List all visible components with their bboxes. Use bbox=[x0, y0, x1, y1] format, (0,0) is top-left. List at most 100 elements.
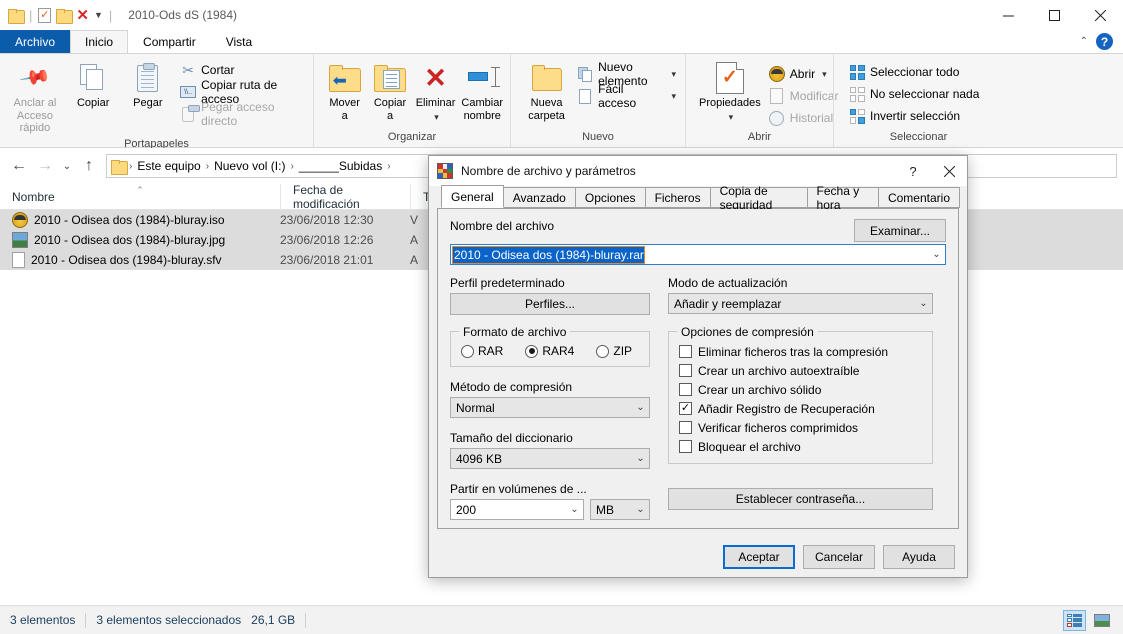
chevron-down-icon[interactable]: ⌄ bbox=[915, 298, 932, 309]
checkbox-test-archive[interactable]: Verificar ficheros comprimidos bbox=[679, 418, 922, 437]
copy-to-icon bbox=[374, 61, 407, 95]
help-button[interactable]: Ayuda bbox=[883, 545, 955, 569]
checkbox-recovery-record[interactable]: ✓ Añadir Registro de Recuperación bbox=[679, 399, 922, 418]
chevron-down-icon[interactable]: ⌄ bbox=[632, 402, 649, 413]
archive-name-value: 2010 - Odisea dos (1984)-bluray.rar bbox=[452, 245, 645, 264]
profiles-button[interactable]: Perfiles... bbox=[450, 293, 650, 315]
split-unit-value: MB bbox=[596, 502, 614, 517]
chevron-down-icon[interactable]: ⌄ bbox=[928, 249, 945, 260]
pin-to-quick-access-button[interactable]: 📌 Anclar al Acceso rápido bbox=[5, 58, 65, 138]
radio-rar4[interactable]: RAR4 bbox=[525, 344, 574, 358]
new-folder-icon[interactable] bbox=[56, 8, 74, 24]
column-header-fecha[interactable]: Fecha de modificación bbox=[280, 183, 410, 211]
new-folder-button[interactable]: Nueva carpeta bbox=[522, 58, 571, 125]
file-name-label: 2010 - Odisea dos (1984)-bluray.jpg bbox=[34, 233, 226, 247]
accept-button[interactable]: Aceptar bbox=[723, 545, 795, 569]
large-icons-view-icon[interactable] bbox=[1090, 610, 1113, 631]
breadcrumb-sep-0: › bbox=[129, 160, 133, 172]
update-mode-select[interactable]: Añadir y reemplazar ⌄ bbox=[668, 293, 933, 314]
folder-icon[interactable] bbox=[8, 8, 25, 24]
paste-label: Pegar bbox=[133, 97, 163, 109]
properties-caret-icon[interactable]: ▾ bbox=[729, 112, 734, 122]
paste-button[interactable]: Pegar bbox=[121, 58, 174, 113]
minimize-icon[interactable] bbox=[985, 0, 1031, 30]
properties-button[interactable]: ✓ Propiedades ▾ bbox=[697, 58, 763, 125]
tab-inicio[interactable]: Inicio bbox=[70, 30, 129, 53]
open-caret-icon[interactable]: ▾ bbox=[822, 69, 827, 80]
checkbox-solid[interactable]: Crear un archivo sólido bbox=[679, 380, 922, 399]
paste-shortcut-button[interactable]: Pegar acceso directo bbox=[176, 100, 308, 128]
tab-compartir[interactable]: Compartir bbox=[128, 30, 211, 53]
up-arrow-icon[interactable]: ↑ bbox=[76, 153, 102, 179]
new-item-caret-icon[interactable]: ▾ bbox=[671, 69, 676, 80]
breadcrumb-item-1[interactable]: Nuevo vol (I:) bbox=[212, 159, 287, 173]
radio-zip[interactable]: ZIP bbox=[596, 344, 632, 358]
copy-path-button[interactable]: \\.. Copiar ruta de acceso bbox=[176, 78, 308, 106]
easy-access-button[interactable]: Fácil acceso ▾ bbox=[573, 82, 680, 110]
split-unit-select[interactable]: MB ⌄ bbox=[590, 499, 650, 520]
archive-name-input[interactable]: 2010 - Odisea dos (1984)-bluray.rar ⌄ bbox=[450, 244, 946, 265]
dict-value: 4096 KB bbox=[456, 451, 503, 466]
tab-general[interactable]: General bbox=[441, 185, 504, 208]
tab-comentario[interactable]: Comentario bbox=[877, 187, 960, 208]
column-header-nombre[interactable]: ⌃ Nombre bbox=[0, 184, 280, 210]
set-password-button[interactable]: Establecer contraseña... bbox=[668, 488, 933, 510]
history-button[interactable]: Historial bbox=[765, 108, 843, 128]
open-button[interactable]: Abrir ▾ bbox=[765, 64, 843, 84]
new-item-button[interactable]: Nuevo elemento ▾ bbox=[573, 60, 680, 88]
close-icon[interactable] bbox=[1077, 0, 1123, 30]
breadcrumb-item-0[interactable]: Este equipo bbox=[135, 159, 202, 173]
move-to-button[interactable]: ⬅ Mover a bbox=[323, 58, 366, 125]
details-view-icon[interactable] bbox=[1063, 609, 1086, 631]
tab-archivo[interactable]: Archivo bbox=[0, 30, 71, 53]
dialog-help-icon[interactable]: ? bbox=[895, 156, 931, 186]
generic-file-icon bbox=[12, 252, 25, 268]
file-name-cell[interactable]: 2010 - Odisea dos (1984)-bluray.jpg bbox=[0, 232, 280, 248]
easy-access-caret-icon[interactable]: ▾ bbox=[671, 91, 676, 102]
select-none-button[interactable]: No seleccionar nada bbox=[845, 84, 983, 104]
forward-arrow-icon[interactable]: → bbox=[32, 153, 58, 179]
select-all-button[interactable]: Seleccionar todo bbox=[845, 62, 983, 82]
rename-button[interactable]: Cambiar nombre bbox=[459, 58, 505, 125]
breadcrumb-item-2[interactable]: ______Subidas bbox=[297, 159, 384, 173]
cut-button[interactable]: ✂ Cortar bbox=[176, 60, 308, 80]
dictionary-select[interactable]: 4096 KB ⌄ bbox=[450, 448, 650, 469]
checkbox-lock-archive[interactable]: Bloquear el archivo bbox=[679, 437, 922, 456]
tab-vista[interactable]: Vista bbox=[211, 30, 267, 53]
delete-caret-icon[interactable]: ▾ bbox=[434, 112, 439, 122]
ribbon-group-organizar: ⬅ Mover a Copiar a ✕ Eliminar ▾ Cambiar … bbox=[313, 54, 510, 147]
tab-avanzado[interactable]: Avanzado bbox=[502, 187, 576, 208]
file-name-cell[interactable]: 2010 - Odisea dos (1984)-bluray.iso bbox=[0, 212, 280, 228]
recent-locations-icon[interactable]: ⌄ bbox=[58, 153, 76, 179]
cancel-button[interactable]: Cancelar bbox=[803, 545, 875, 569]
radio-rar[interactable]: RAR bbox=[461, 344, 503, 358]
dialog-close-icon[interactable] bbox=[931, 156, 967, 186]
edit-button[interactable]: Modificar bbox=[765, 86, 843, 106]
new-folder-label: Nueva carpeta bbox=[528, 97, 565, 122]
copy-to-button[interactable]: Copiar a bbox=[368, 58, 411, 125]
tab-fecha-y-hora[interactable]: Fecha y hora bbox=[806, 184, 879, 212]
split-size-input[interactable]: 200 ⌄ bbox=[450, 499, 584, 520]
checkbox-sfx[interactable]: Crear un archivo autoextraíble bbox=[679, 361, 922, 380]
tab-opciones[interactable]: Opciones bbox=[574, 187, 646, 208]
checkbox-delete-after[interactable]: Eliminar ficheros tras la compresión bbox=[679, 342, 922, 361]
delete-button[interactable]: ✕ Eliminar ▾ bbox=[414, 58, 458, 125]
maximize-icon[interactable] bbox=[1031, 0, 1077, 30]
split-label: Partir en volúmenes de ... bbox=[450, 482, 587, 496]
file-name-cell[interactable]: 2010 - Odisea dos (1984)-bluray.sfv bbox=[0, 252, 280, 268]
chevron-down-icon[interactable]: ⌄ bbox=[632, 504, 649, 515]
collapse-ribbon-icon[interactable]: ⌃ bbox=[1080, 36, 1088, 47]
delete-icon[interactable]: ✕ bbox=[76, 8, 89, 23]
browse-button[interactable]: Examinar... bbox=[854, 219, 946, 242]
tab-ficheros[interactable]: Ficheros bbox=[644, 187, 711, 208]
help-icon[interactable]: ? bbox=[1096, 33, 1113, 50]
method-select[interactable]: Normal ⌄ bbox=[450, 397, 650, 418]
chevron-down-icon[interactable]: ⌄ bbox=[632, 453, 649, 464]
back-arrow-icon[interactable]: ← bbox=[6, 153, 32, 179]
customize-dropdown-icon[interactable]: ▼ bbox=[94, 10, 103, 20]
chevron-down-icon[interactable]: ⌄ bbox=[566, 504, 583, 515]
copy-button[interactable]: Copiar bbox=[67, 58, 120, 113]
properties-icon[interactable]: ✓ bbox=[38, 7, 52, 23]
invert-selection-button[interactable]: Invertir selección bbox=[845, 106, 983, 126]
tab-copia-de-seguridad[interactable]: Copia de seguridad bbox=[709, 184, 808, 212]
